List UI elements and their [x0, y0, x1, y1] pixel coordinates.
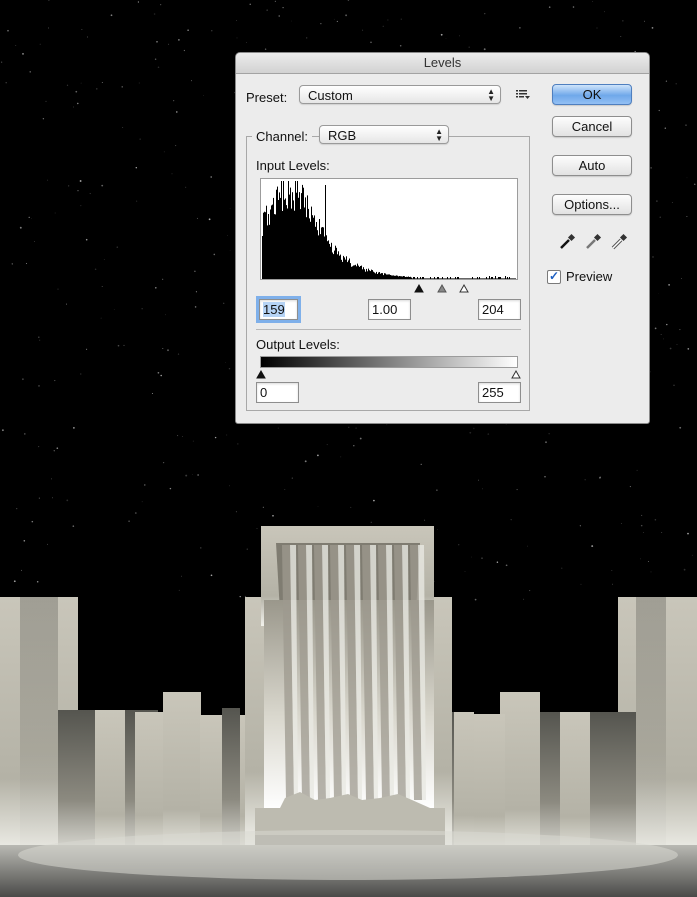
preset-dropdown[interactable]: Custom ▲ ▼: [299, 85, 501, 104]
input-white-field[interactable]: 204: [478, 299, 521, 320]
preview-label: Preview: [566, 269, 613, 284]
output-gradient: [260, 356, 518, 368]
output-white-handle[interactable]: [511, 369, 521, 379]
gamma-handle[interactable]: [437, 283, 447, 293]
options-button[interactable]: Options...: [552, 194, 632, 215]
cancel-button[interactable]: Cancel: [552, 116, 632, 137]
black-eyedropper-icon[interactable]: [558, 233, 576, 251]
output-levels-label: Output Levels:: [256, 337, 340, 352]
dialog-title: Levels: [423, 55, 462, 70]
preview-toggle[interactable]: ✓ Preview: [547, 269, 612, 284]
preset-label: Preset:: [246, 90, 288, 105]
dialog-titlebar[interactable]: Levels: [236, 53, 649, 74]
output-black-handle[interactable]: [256, 369, 266, 379]
separator: [256, 329, 521, 330]
input-levels-label: Input Levels:: [256, 158, 330, 173]
list-menu-icon[interactable]: [515, 86, 531, 102]
input-gamma-field[interactable]: 1.00: [368, 299, 411, 320]
channel-label: Channel:: [252, 127, 313, 146]
preset-value: Custom: [308, 88, 353, 103]
output-white-field[interactable]: 255: [478, 382, 521, 403]
histogram: [260, 178, 518, 280]
ok-button[interactable]: OK: [552, 84, 632, 105]
preview-checkbox[interactable]: ✓: [547, 269, 561, 284]
input-levels-slider[interactable]: [260, 282, 518, 294]
channel-dropdown[interactable]: RGB ▲ ▼: [319, 125, 449, 144]
dropdown-arrows-icon: ▲ ▼: [487, 87, 495, 103]
dropdown-arrows-icon: ▲ ▼: [435, 127, 443, 143]
levels-dialog: Levels Preset: Custom ▲ ▼ Channel: RGB ▲ ▼…: [235, 52, 650, 424]
output-black-field[interactable]: 0: [256, 382, 299, 403]
auto-button[interactable]: Auto: [552, 155, 632, 176]
channel-value: RGB: [328, 128, 357, 143]
input-black-field[interactable]: 159: [256, 296, 301, 323]
gray-eyedropper-icon[interactable]: [584, 233, 602, 251]
black-point-handle[interactable]: [414, 283, 424, 293]
white-eyedropper-icon[interactable]: [610, 233, 628, 251]
white-point-handle[interactable]: [459, 283, 469, 293]
output-levels-slider[interactable]: [256, 368, 522, 379]
